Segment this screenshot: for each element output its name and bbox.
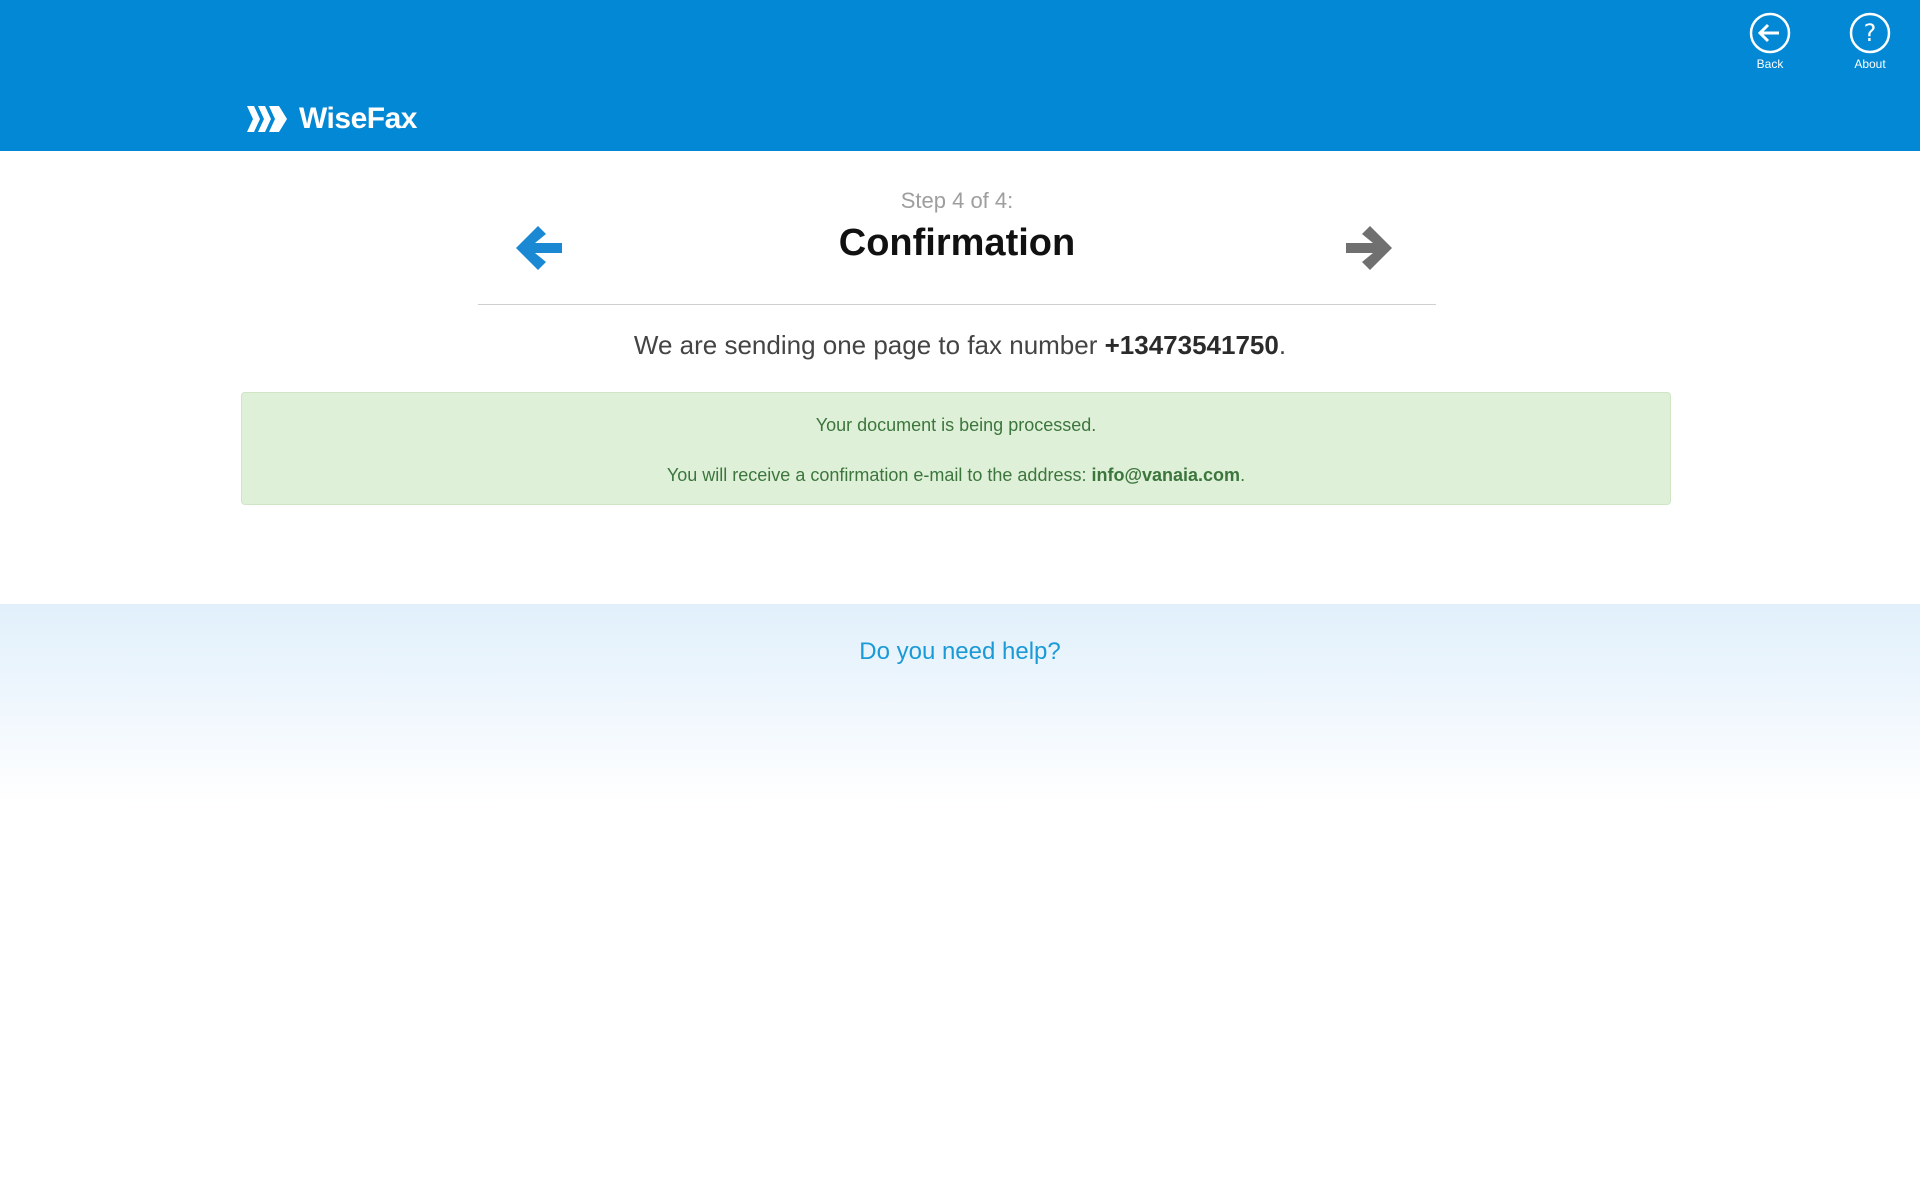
- page-title: Confirmation: [838, 222, 1076, 264]
- step-navigator: Step 4 of 4: Confirmation: [478, 180, 1436, 305]
- about-button-label: About: [1854, 57, 1886, 71]
- app-header: WiseFax Back ? About: [0, 0, 1920, 151]
- help-question-icon: ?: [1849, 12, 1891, 54]
- fax-summary: We are sending one page to fax number +1…: [0, 330, 1920, 361]
- email-message-suffix: .: [1240, 465, 1246, 485]
- fax-number: +13473541750: [1104, 330, 1279, 360]
- back-button-label: Back: [1756, 57, 1784, 71]
- arrow-left-icon: [516, 226, 562, 270]
- fax-summary-suffix: .: [1278, 330, 1287, 360]
- fax-summary-prefix: We are sending one page to fax number: [633, 330, 1105, 360]
- step-indicator: Step 4 of 4:: [900, 188, 1014, 213]
- wisefax-logo: WiseFax: [247, 100, 417, 138]
- processing-message: Your document is being processed.: [815, 415, 1097, 435]
- help-link[interactable]: Do you need help?: [0, 638, 1920, 666]
- processing-alert: Your document is being processed. You wi…: [241, 392, 1671, 505]
- previous-step-button[interactable]: [506, 216, 570, 280]
- next-step-button[interactable]: [1338, 216, 1402, 280]
- back-button[interactable]: Back: [1735, 12, 1805, 71]
- confirmation-email: info@vanaia.com: [1091, 465, 1241, 485]
- email-message-prefix: You will receive a confirmation e-mail t…: [666, 465, 1092, 485]
- svg-text:?: ?: [1864, 19, 1877, 47]
- back-arrow-icon: [1749, 12, 1791, 54]
- wisefax-chevrons-icon: [247, 106, 287, 132]
- help-section: Do you need help?: [0, 604, 1920, 804]
- about-button[interactable]: ? About: [1835, 12, 1905, 71]
- confirmation-email-message: You will receive a confirmation e-mail t…: [242, 465, 1670, 486]
- arrow-right-icon: [1346, 226, 1392, 270]
- brand-name: WiseFax: [299, 102, 417, 135]
